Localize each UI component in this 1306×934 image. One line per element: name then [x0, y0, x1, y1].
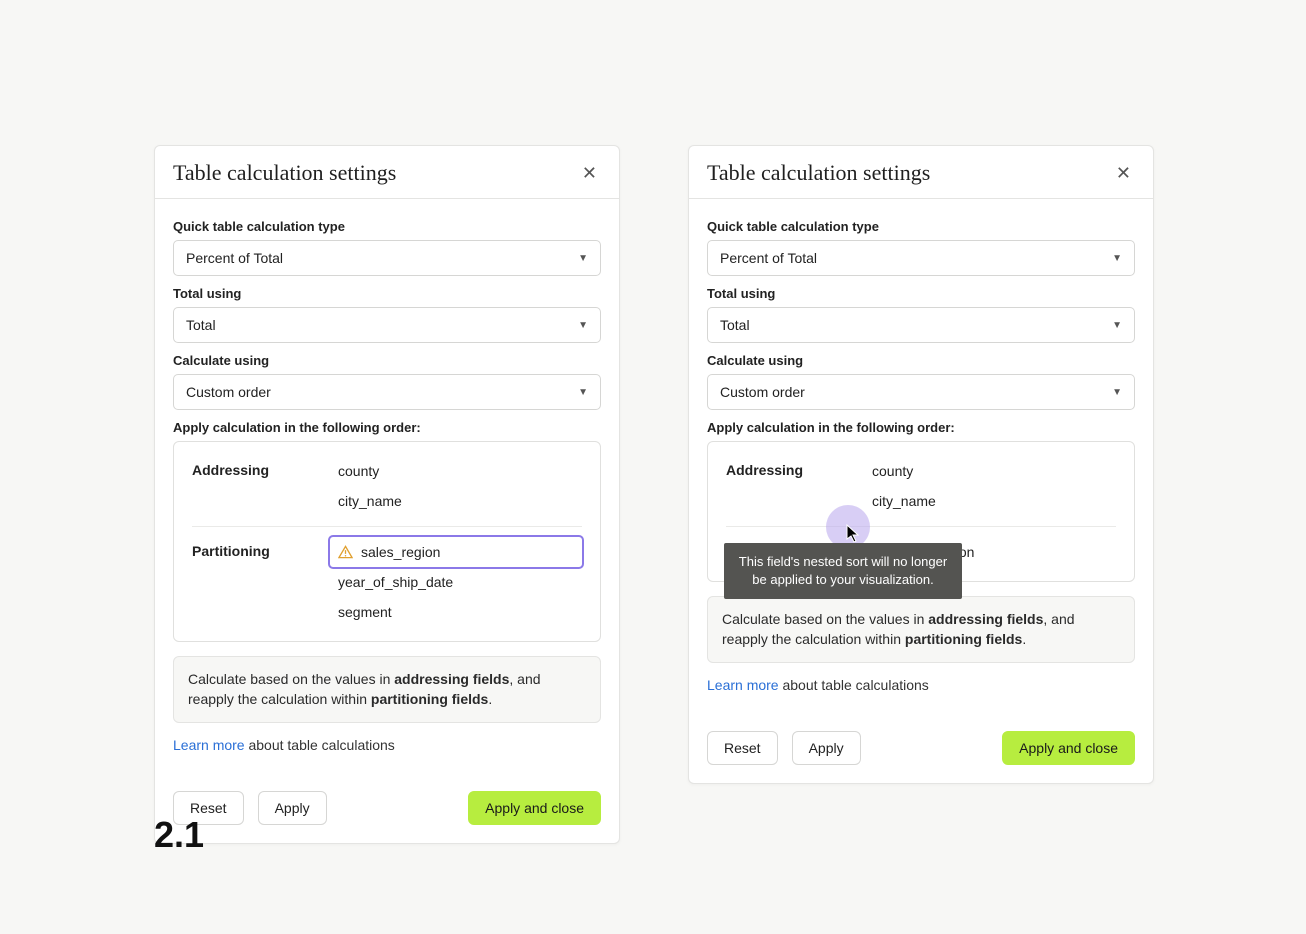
list-item[interactable]: year_of_ship_date — [330, 567, 582, 597]
select-calc-type[interactable]: Percent of Total ▼ — [707, 240, 1135, 276]
select-value: Total — [186, 317, 216, 333]
canvas: Table calculation settings ✕ Quick table… — [8, 8, 1298, 926]
addressing-items: county city_name — [856, 456, 1116, 516]
list-item[interactable]: city_name — [330, 486, 582, 516]
learn-more-row: Learn more about table calculations — [707, 677, 1135, 693]
select-value: Custom order — [186, 384, 271, 400]
tooltip: This field's nested sort will no longer … — [724, 543, 962, 599]
partitioning-items: sales_region year_of_ship_date segment — [322, 537, 582, 627]
order-box: Addressing county city_name Partitioning… — [173, 441, 601, 642]
close-button[interactable]: ✕ — [578, 161, 601, 186]
chevron-down-icon: ▼ — [578, 253, 588, 264]
label-calc-type: Quick table calculation type — [707, 219, 1135, 234]
help-text: Calculate based on the values in address… — [707, 596, 1135, 663]
label-calc-using: Calculate using — [707, 353, 1135, 368]
learn-more-link[interactable]: Learn more — [173, 737, 245, 753]
modal-header: Table calculation settings ✕ — [155, 146, 619, 199]
partitioning-heading: Partitioning — [192, 537, 312, 627]
select-value: Custom order — [720, 384, 805, 400]
modal-header: Table calculation settings ✕ — [689, 146, 1153, 199]
close-button[interactable]: ✕ — [1112, 161, 1135, 186]
apply-close-button[interactable]: Apply and close — [1002, 731, 1135, 765]
modal-body: Quick table calculation type Percent of … — [155, 199, 619, 753]
apply-button[interactable]: Apply — [792, 731, 861, 765]
chevron-down-icon: ▼ — [1112, 253, 1122, 264]
chevron-down-icon: ▼ — [1112, 387, 1122, 398]
list-item-highlighted[interactable]: sales_region — [330, 537, 582, 567]
list-item[interactable]: county — [330, 456, 582, 486]
modal-title: Table calculation settings — [707, 160, 930, 186]
divider — [726, 526, 1116, 527]
chevron-down-icon: ▼ — [578, 387, 588, 398]
label-total-using: Total using — [173, 286, 601, 301]
close-icon: ✕ — [582, 163, 597, 183]
select-value: Percent of Total — [720, 250, 817, 266]
addressing-heading: Addressing — [192, 456, 312, 516]
apply-close-button[interactable]: Apply and close — [468, 791, 601, 825]
label-calc-using: Calculate using — [173, 353, 601, 368]
label-apply-order: Apply calculation in the following order… — [707, 420, 1135, 435]
reset-button[interactable]: Reset — [707, 731, 778, 765]
chevron-down-icon: ▼ — [1112, 320, 1122, 331]
help-text: Calculate based on the values in address… — [173, 656, 601, 723]
settings-modal-left: Table calculation settings ✕ Quick table… — [154, 145, 620, 844]
modal-footer: Reset Apply Apply and close — [689, 693, 1153, 783]
warning-icon — [338, 545, 353, 559]
modal-footer: Reset Apply Apply and close — [155, 753, 619, 843]
close-icon: ✕ — [1116, 163, 1131, 183]
version-label: 2.1 — [154, 814, 204, 856]
select-calc-type[interactable]: Percent of Total ▼ — [173, 240, 601, 276]
label-calc-type: Quick table calculation type — [173, 219, 601, 234]
learn-more-link[interactable]: Learn more — [707, 677, 779, 693]
select-calc-using[interactable]: Custom order ▼ — [707, 374, 1135, 410]
addressing-items: county city_name — [322, 456, 582, 516]
modal-body: Quick table calculation type Percent of … — [689, 199, 1153, 693]
learn-more-row: Learn more about table calculations — [173, 737, 601, 753]
chevron-down-icon: ▼ — [578, 320, 588, 331]
settings-modal-right: Table calculation settings ✕ Quick table… — [688, 145, 1154, 784]
select-total-using[interactable]: Total ▼ — [707, 307, 1135, 343]
select-value: Total — [720, 317, 750, 333]
select-value: Percent of Total — [186, 250, 283, 266]
select-calc-using[interactable]: Custom order ▼ — [173, 374, 601, 410]
label-apply-order: Apply calculation in the following order… — [173, 420, 601, 435]
list-item[interactable]: segment — [330, 597, 582, 627]
modal-title: Table calculation settings — [173, 160, 396, 186]
addressing-heading: Addressing — [726, 456, 846, 516]
select-total-using[interactable]: Total ▼ — [173, 307, 601, 343]
list-item[interactable]: county — [864, 456, 1116, 486]
apply-button[interactable]: Apply — [258, 791, 327, 825]
list-item[interactable]: city_name — [864, 486, 1116, 516]
divider — [192, 526, 582, 527]
label-total-using: Total using — [707, 286, 1135, 301]
